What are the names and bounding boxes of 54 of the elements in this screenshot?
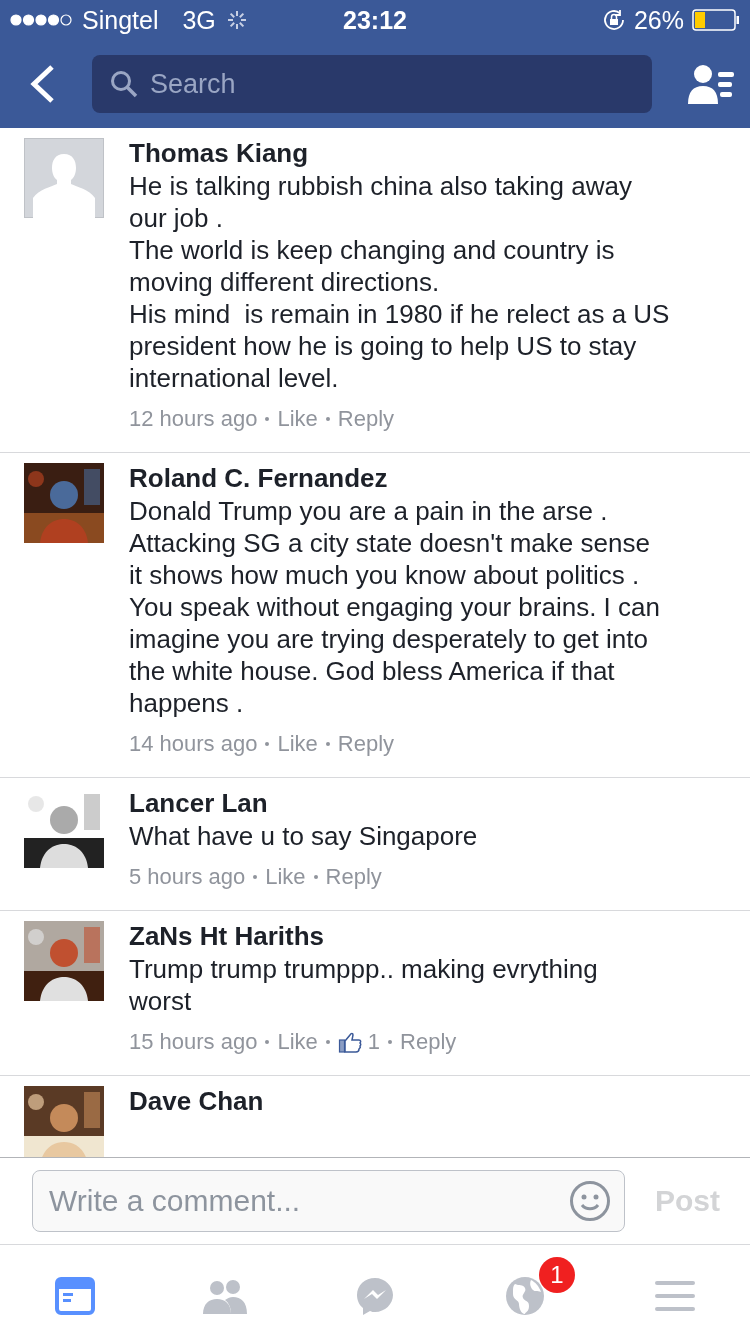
- clock-time: 23:12: [343, 5, 407, 34]
- separator-dot: [253, 875, 258, 879]
- network-type: 3G: [182, 5, 216, 35]
- commenter-name[interactable]: ZaNs Ht Hariths: [129, 919, 598, 953]
- thumbs-up-icon: [337, 1030, 362, 1054]
- tab-bar-item[interactable]: 1: [477, 1257, 573, 1321]
- like-count: 1: [367, 1029, 381, 1055]
- signal-icon: [10, 14, 72, 26]
- comment-text: Trump trump trumppp.. making evrything worst: [129, 953, 598, 1017]
- comment-time: 5 hours ago: [129, 864, 246, 890]
- reply-link[interactable]: Reply: [337, 406, 395, 432]
- separator-dot: [325, 742, 330, 746]
- comment-time: 15 hours ago: [129, 1029, 258, 1055]
- separator-dot: [265, 742, 270, 746]
- separator-dot: [265, 417, 270, 421]
- reply-link[interactable]: Reply: [325, 864, 382, 890]
- separator-dot: [265, 1040, 270, 1044]
- comment-text: He is talking rubbish china also taking away our job . The world is keep changing and country is moving different directions. His mind is remain in 1980 if he relect as a US president how he is going to help US to stay international level.: [129, 170, 670, 394]
- separator-dot: [325, 1040, 330, 1044]
- separator-dot: [313, 875, 318, 879]
- commenter-name[interactable]: Roland C. Fernandez: [129, 461, 660, 495]
- like-link[interactable]: Like: [277, 731, 318, 757]
- comment-time: 14 hours ago: [129, 731, 258, 757]
- commenter-name[interactable]: Lancer Lan: [129, 786, 478, 820]
- like-link[interactable]: Like: [265, 864, 306, 890]
- rotation-lock-icon: [601, 8, 626, 32]
- comment-time: 12 hours ago: [129, 406, 258, 432]
- friends-icon: [203, 1277, 247, 1314]
- comment-field[interactable]: Write a comment...: [32, 1170, 625, 1232]
- commenter-name[interactable]: Thomas Kiang: [129, 136, 670, 170]
- comment-text: Donald Trump you are a pain in the arse . Attacking SG a city state doesn't make sense it shows how much you know about politics . You speak without engaging your brains. I can imagine you are trying desperately to get into the white house. God bless America if that happens .: [129, 495, 660, 719]
- like-link[interactable]: Like: [277, 1029, 318, 1055]
- reply-link[interactable]: Reply: [400, 1029, 457, 1055]
- separator-dot: [325, 417, 330, 421]
- notification-badge: 1: [539, 1257, 575, 1293]
- battery-percent: 26%: [633, 5, 684, 35]
- emoji-icon[interactable]: [569, 1180, 611, 1222]
- separator-dot: [388, 1040, 393, 1044]
- carrier-name: Singtel: [82, 5, 159, 35]
- friend-requests-icon[interactable]: [688, 64, 734, 104]
- reply-link[interactable]: Reply: [337, 731, 395, 757]
- menu-icon: [655, 1279, 695, 1312]
- search-field[interactable]: Search: [92, 55, 652, 113]
- like-link[interactable]: Like: [277, 406, 318, 432]
- news-feed-icon: [55, 1276, 95, 1315]
- battery-icon: [692, 9, 740, 31]
- avatar-placeholder-icon: [24, 138, 104, 218]
- commenter-name[interactable]: Dave Chan: [129, 1084, 264, 1118]
- comment-text: What have u to say Singapore: [129, 820, 478, 852]
- loading-spinner-icon: [225, 9, 248, 31]
- search-icon: [110, 70, 138, 98]
- messenger-icon: [355, 1275, 395, 1316]
- back-icon[interactable]: [28, 64, 56, 104]
- globe-icon: [505, 1275, 545, 1316]
